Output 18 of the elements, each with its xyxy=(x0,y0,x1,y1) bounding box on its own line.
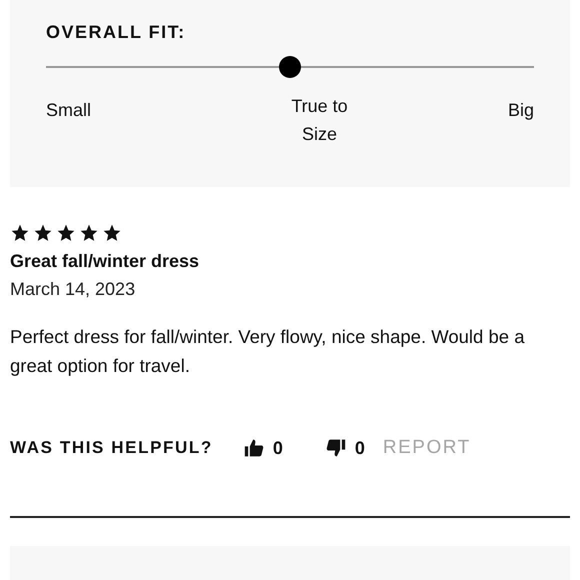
fit-label: True to Size xyxy=(290,95,349,146)
thumbs-up-button[interactable]: 0 xyxy=(242,438,283,458)
review-date: March 14, 2023 xyxy=(10,279,136,300)
fit-label: Big xyxy=(508,99,534,121)
star-icon xyxy=(79,223,99,243)
star-icon xyxy=(33,223,53,243)
thumbs-down-button[interactable]: 0 xyxy=(324,438,365,458)
thumbs-up-icon xyxy=(242,438,265,458)
fit-slider-thumb[interactable] xyxy=(279,56,301,78)
fit-label: Small xyxy=(46,99,92,121)
star-icon xyxy=(56,223,76,243)
fit-heading: OVERALL FIT: xyxy=(46,22,187,44)
helpful-question: WAS THIS HELPFUL? xyxy=(10,438,213,458)
star-icon xyxy=(10,223,30,243)
thumbs-down-icon xyxy=(324,438,347,458)
review-title: Great fall/winter dress xyxy=(10,251,200,272)
review-text: Perfect dress for fall/winter. Very flowy, nice shape. Would be a great option for travel. xyxy=(10,325,526,378)
star-icon xyxy=(102,223,122,243)
